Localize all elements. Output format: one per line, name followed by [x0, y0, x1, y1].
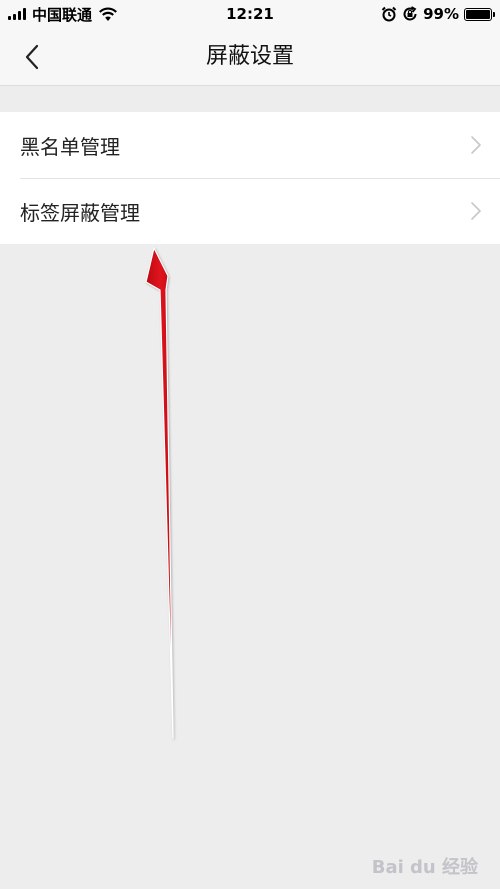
watermark: Bai du 经验 — [372, 853, 478, 879]
status-left: 中国联通 — [0, 4, 118, 25]
wifi-icon — [99, 7, 117, 21]
list-item-blacklist[interactable]: 黑名单管理 — [0, 112, 500, 178]
screen: 中国联通 12:21 99% 屏蔽设置 黑名单管理 标签屏蔽管理 Bai du … — [0, 0, 500, 889]
back-button[interactable] — [14, 40, 50, 74]
battery-fill — [466, 9, 490, 19]
battery-icon — [464, 7, 495, 21]
list-item-label: 黑名单管理 — [20, 134, 120, 159]
chevron-right-icon — [471, 202, 481, 220]
chevron-right-icon — [471, 136, 481, 154]
alarm-icon — [381, 6, 397, 22]
list-item-tag-block[interactable]: 标签屏蔽管理 — [0, 178, 500, 244]
nav-bar: 屏蔽设置 — [0, 28, 500, 86]
status-time: 12:21 — [226, 5, 274, 23]
list-item-label: 标签屏蔽管理 — [20, 200, 140, 225]
chevron-left-icon — [25, 44, 39, 70]
settings-list: 黑名单管理 标签屏蔽管理 — [0, 112, 500, 244]
status-right: 99% — [381, 5, 495, 23]
status-bar: 中国联通 12:21 99% — [0, 0, 500, 28]
carrier-name: 中国联通 — [32, 5, 93, 24]
watermark-text: Bai du 经验 — [371, 857, 478, 878]
page-title: 屏蔽设置 — [205, 44, 294, 69]
signal-icon — [8, 8, 26, 20]
orientation-lock-icon — [403, 6, 417, 21]
battery-percentage: 99% — [423, 5, 459, 23]
